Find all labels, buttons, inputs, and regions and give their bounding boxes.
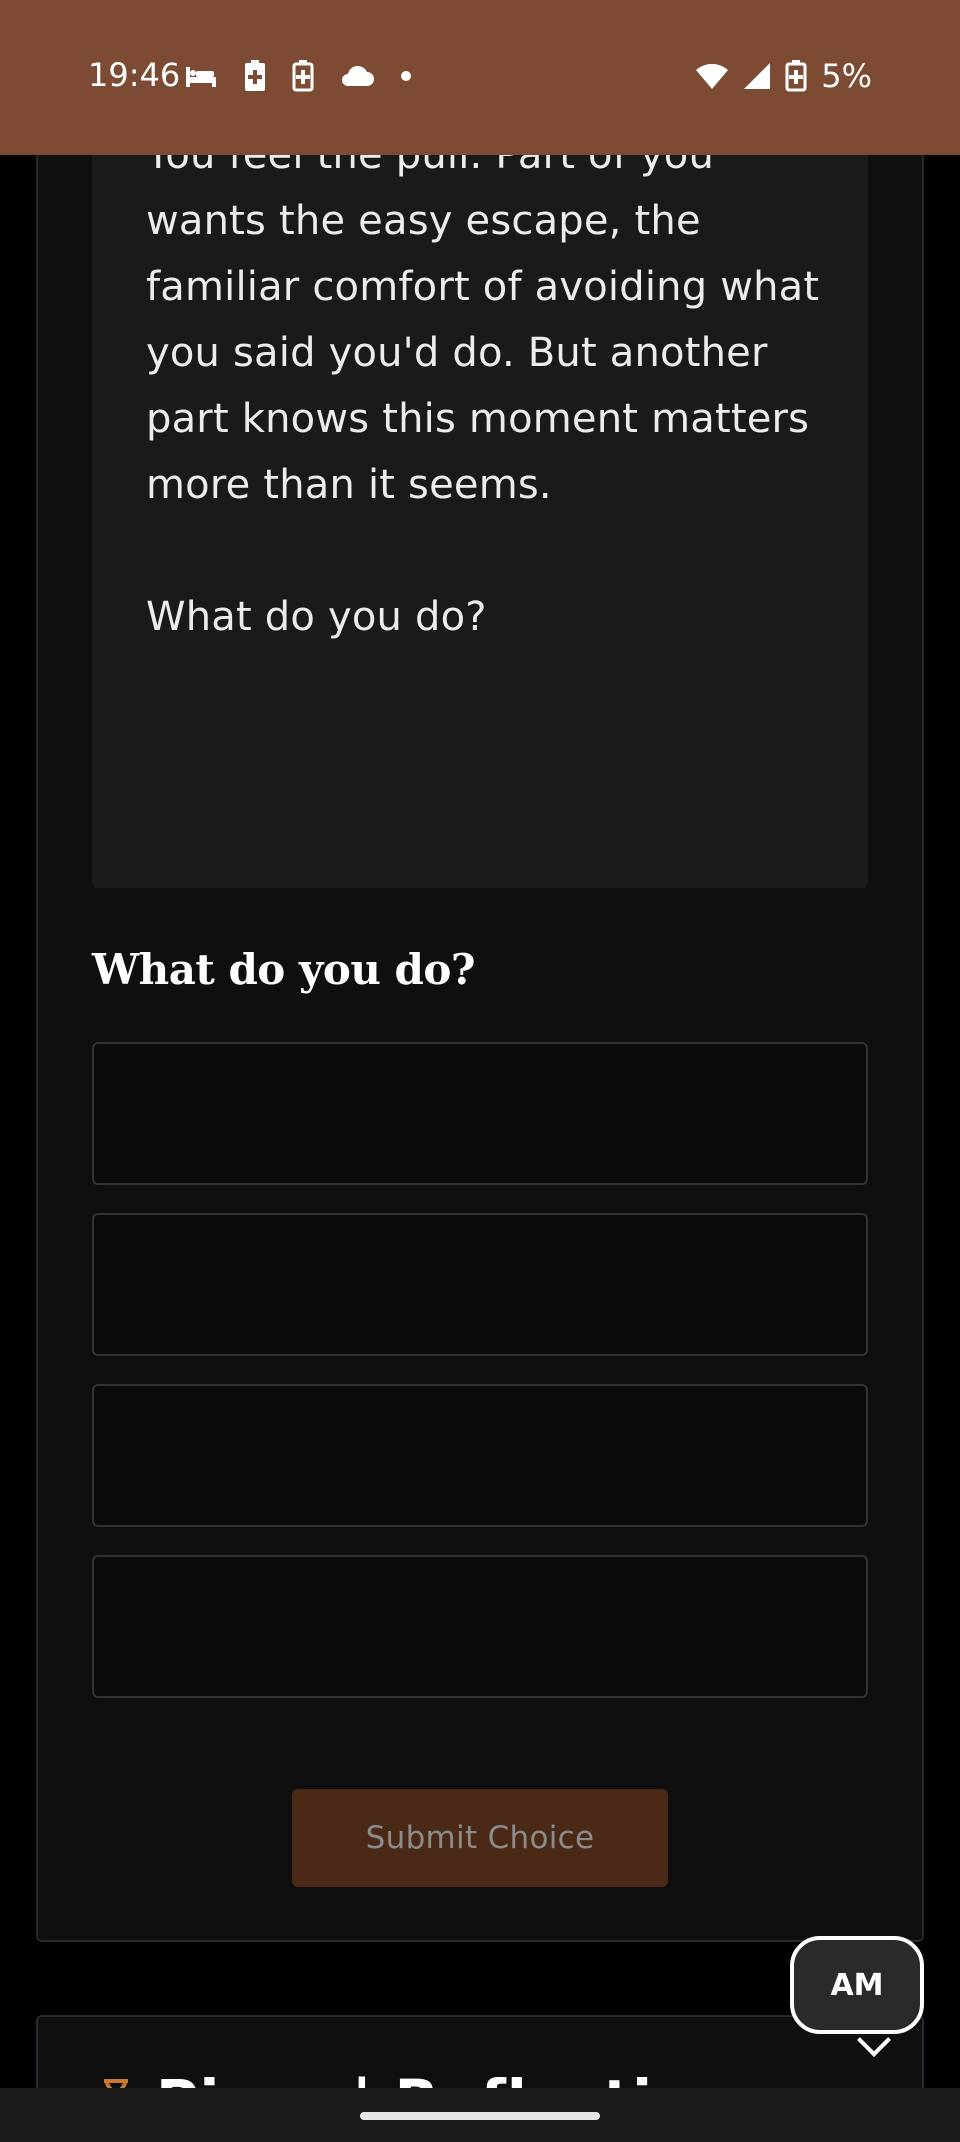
sleep-icon [184,63,218,89]
avatar-button[interactable]: AM [790,1936,924,2034]
choice-option-2[interactable] [92,1213,868,1356]
narrative-text: You feel the pull. Part of you wants the… [146,122,826,716]
wifi-icon [695,62,729,90]
status-bar: 19:46 5% [0,0,960,155]
narrative-question: What do you do? [146,594,487,640]
battery-percent: 5% [821,57,872,95]
status-icons-left [184,56,412,96]
navigation-bar [0,2088,960,2142]
battery-charging-icon [292,60,314,92]
narrative-box: You feel the pull. Part of you wants the… [92,60,868,888]
choice-option-4[interactable] [92,1555,868,1698]
dot-icon [400,70,412,82]
submit-choice-button[interactable]: Submit Choice [292,1789,668,1887]
choices-heading: What do you do? [92,945,476,994]
home-gesture-handle[interactable] [360,2112,600,2120]
battery-icon [785,60,807,92]
battery-saver-icon [244,60,266,92]
app-screen: 19:46 5% You feel the pull. Part of you … [0,0,960,2142]
signal-icon [743,62,771,90]
cloud-icon [340,64,374,88]
choice-option-1[interactable] [92,1042,868,1185]
narrative-paragraph: You feel the pull. Part of you wants the… [146,132,820,508]
status-icons-right: 5% [695,56,872,96]
choice-option-3[interactable] [92,1384,868,1527]
status-time: 19:46 [88,56,181,94]
